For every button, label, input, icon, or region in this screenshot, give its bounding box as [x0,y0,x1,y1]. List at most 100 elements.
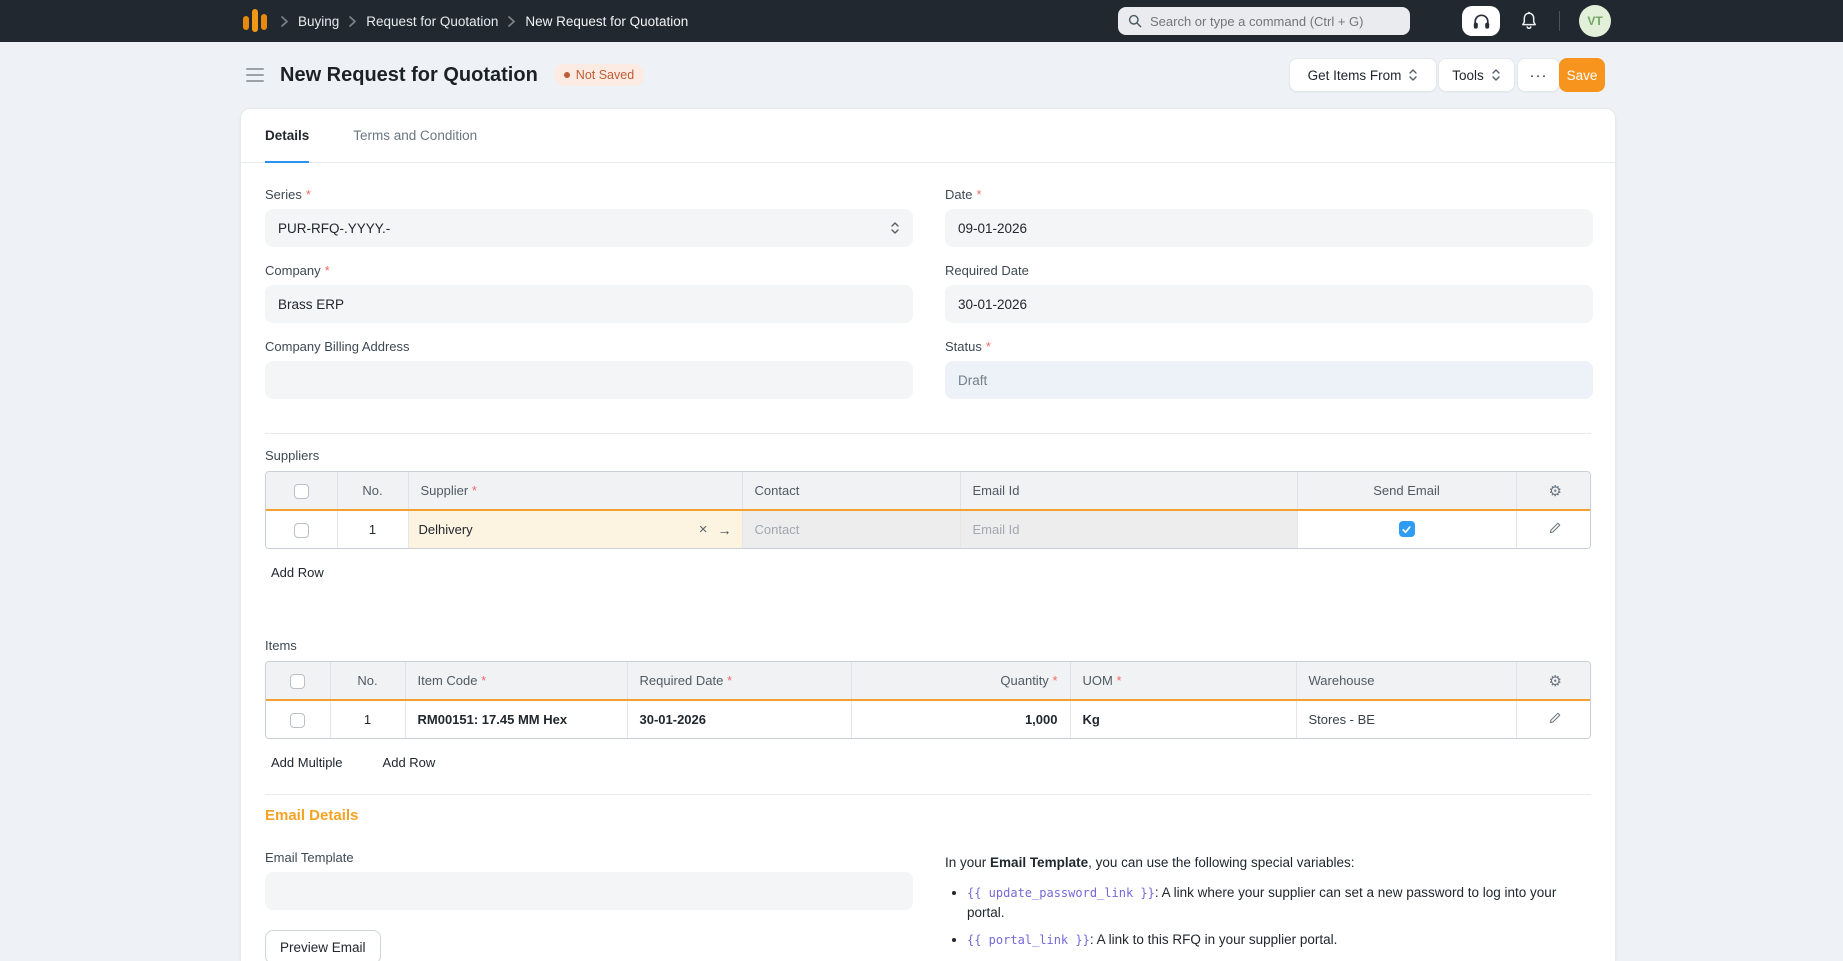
breadcrumb-item-buying[interactable]: Buying [298,14,339,29]
suppliers-table: No. Supplier * Contact Email Id Send Ema… [265,471,1591,549]
tab-terms-and-condition[interactable]: Terms and Condition [353,109,477,162]
status-dot-icon [563,72,570,78]
supplier-cell[interactable]: Delhivery × → [408,509,743,548]
app-logo[interactable] [243,7,270,35]
col-required-date: Required Date * [627,662,852,700]
suppliers-section-label: Suppliers [265,448,320,463]
date-input[interactable]: 09-01-2026 [945,209,1593,247]
search-input[interactable] [1150,13,1400,29]
notifications-button[interactable] [1516,9,1542,33]
col-quantity: Quantity * [851,662,1071,700]
email-template-label: Email Template [265,850,354,865]
save-button[interactable]: Save [1559,58,1605,92]
avatar-initials: VT [1587,14,1603,28]
col-warehouse: Warehouse [1296,662,1517,700]
uom-cell[interactable]: Kg [1070,699,1297,738]
send-email-checkbox[interactable] [1398,521,1415,538]
details-form: Series * PUR-RFQ-.YYYY.- Date * 09-01-2026… [241,163,1615,423]
col-supplier: Supplier * [408,472,743,510]
items-table: No. Item Code * Required Date * Quantity… [265,661,1591,739]
required-asterisk: * [976,187,982,202]
edit-row-cell [1516,509,1590,548]
row-checkbox[interactable] [293,522,309,538]
help-headphones-button[interactable] [1462,6,1500,36]
edit-row-cell [1516,699,1590,738]
select-all-checkbox[interactable] [290,673,306,689]
col-no: No. [330,662,406,700]
select-chevrons-icon [1408,68,1418,82]
bell-icon [1520,11,1538,32]
items-section-label: Items [265,638,297,653]
series-label: Series [265,187,302,202]
col-contact: Contact [742,472,961,510]
col-email-id: Email Id [960,472,1298,510]
email-template-help: In your Email Template, you can use the … [945,853,1593,961]
suppliers-header-row: No. Supplier * Contact Email Id Send Ema… [266,472,1590,510]
quantity-cell[interactable]: 1,000 [851,699,1071,738]
email-details-heading[interactable]: Email Details [265,807,1591,824]
series-select[interactable]: PUR-RFQ-.YYYY.- [265,209,913,247]
warehouse-cell[interactable]: Stores - BE [1296,699,1517,738]
billing-address-input[interactable] [265,361,913,399]
page-title: New Request for Quotation [280,63,538,86]
required-date-cell[interactable]: 30-01-2026 [627,699,852,738]
item-code-cell[interactable]: RM00151: 17.45 MM Hex [405,699,628,738]
col-no: No. [337,472,409,510]
grid-settings-icon[interactable]: ⚙ [1549,482,1562,500]
global-search[interactable] [1118,7,1410,35]
template-variable-item: {{ update_password_link }}: A link where… [967,883,1593,922]
tab-details[interactable]: Details [265,109,310,163]
edit-pencil-icon[interactable] [1548,521,1562,535]
suppliers-section: Suppliers No. Supplier * Contact Email I… [241,434,1615,582]
row-number[interactable]: 1 [337,509,409,548]
status-select: Draft [945,361,1593,399]
preview-email-button[interactable]: Preview Email [265,930,381,961]
top-navbar: Buying Request for Quotation New Request… [0,0,1843,42]
email-id-cell[interactable]: Email Id [960,509,1298,548]
search-icon [1128,14,1142,28]
email-template-field-group: Email Template Preview Email [265,850,913,961]
col-send-email: Send Email [1297,472,1517,510]
contact-cell[interactable]: Contact [742,509,961,548]
navbar-divider [1559,11,1560,31]
required-asterisk: * [305,187,311,202]
send-email-cell [1297,509,1517,548]
open-link-icon[interactable]: → [718,523,732,537]
breadcrumb-item-request-for-quotation[interactable]: Request for Quotation [366,14,498,29]
required-asterisk: * [324,263,330,278]
get-items-from-button[interactable]: Get Items From [1289,58,1437,92]
select-chevrons-icon [1491,68,1501,82]
tools-button[interactable]: Tools [1438,58,1515,92]
more-options-button[interactable]: ··· [1517,58,1560,92]
clear-value-icon[interactable]: × [699,522,708,537]
billing-address-label: Company Billing Address [265,339,410,354]
company-field-group: Company * Brass ERP [265,263,913,323]
date-label: Date [945,187,973,202]
row-checkbox[interactable] [290,712,306,728]
items-add-multiple-button[interactable]: Add Multiple [265,753,349,772]
select-all-checkbox[interactable] [293,483,309,499]
col-uom: UOM * [1070,662,1297,700]
email-template-input[interactable] [265,872,913,910]
company-label: Company [265,263,321,278]
grid-settings-icon[interactable]: ⚙ [1549,672,1562,690]
required-date-input[interactable]: 30-01-2026 [945,285,1593,323]
billing-address-field-group: Company Billing Address [265,339,913,399]
form-tabs: Details Terms and Condition [241,109,1615,163]
row-number[interactable]: 1 [330,699,406,738]
breadcrumb-item-current: New Request for Quotation [525,13,689,29]
user-avatar[interactable]: VT [1579,5,1611,37]
not-saved-badge: Not Saved [553,64,645,86]
suppliers-add-row-button[interactable]: Add Row [265,563,330,582]
required-asterisk: * [985,339,991,354]
required-date-field-group: Required Date 30-01-2026 [945,263,1593,323]
items-add-row-button[interactable]: Add Row [377,753,442,772]
company-input[interactable]: Brass ERP [265,285,913,323]
sidebar-toggle-icon[interactable] [246,68,264,82]
status-field-group: Status * Draft [945,339,1593,399]
breadcrumb: Buying Request for Quotation New Request… [280,0,688,42]
page-header: New Request for Quotation Not Saved Get … [0,42,1843,108]
items-header-row: No. Item Code * Required Date * Quantity… [266,662,1590,700]
date-field-group: Date * 09-01-2026 [945,187,1593,247]
edit-pencil-icon[interactable] [1548,711,1562,725]
